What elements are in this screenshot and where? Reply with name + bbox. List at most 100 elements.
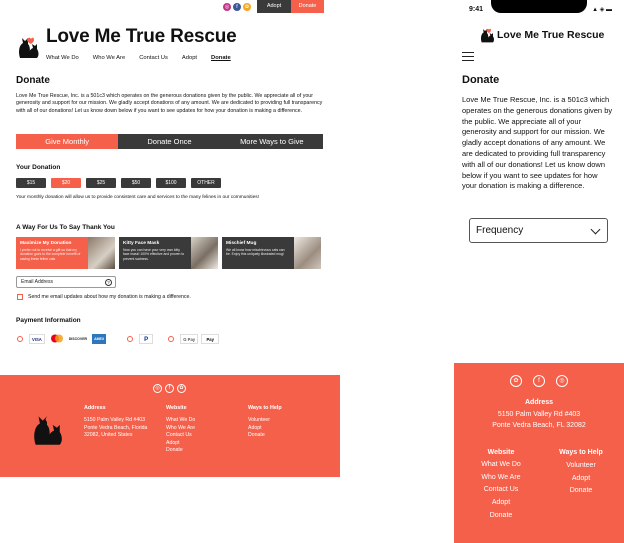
main-nav: What We Do Who We Are Contact Us Adopt D… [46, 55, 245, 61]
facebook-icon[interactable]: f [233, 2, 241, 11]
page-title: Donate [16, 75, 50, 86]
footer: ✿ f ◎ Address 5150 Palm Valley Rd #403 P… [454, 363, 624, 543]
footer-link-contact-us[interactable]: Contact Us [166, 432, 195, 439]
gift-card-mug[interactable]: Mischief Mug We all know how mischievous… [222, 237, 321, 269]
petfinder-icon[interactable]: ✿ [510, 375, 522, 387]
gift-card-title: Kitty Face Mask [123, 241, 160, 246]
amex-icon: AMEX [92, 334, 107, 344]
donation-tabs: Give Monthly Donate Once More Ways to Gi… [16, 134, 323, 149]
paypal-icon: P [139, 334, 154, 344]
donation-heading: Your Donation [16, 164, 61, 171]
amount-15-button[interactable]: $15 [16, 178, 46, 188]
footer-help-heading: Ways to Help [559, 449, 603, 456]
gift-card-desc: Now you can have your very own kitty fac… [123, 248, 185, 261]
footer-link-what-we-do[interactable]: What We Do [166, 417, 195, 424]
intro-text: Love Me True Rescue, Inc. is a 501c3 whi… [16, 93, 323, 114]
footer-link-who-we-are[interactable]: Who We Are [466, 472, 536, 485]
email-placeholder: Email Address [21, 279, 53, 285]
nav-who-we-are[interactable]: Who We Are [93, 55, 125, 61]
nav-adopt[interactable]: Adopt [182, 55, 197, 61]
facebook-icon[interactable]: f [533, 375, 545, 387]
footer-link-donate[interactable]: Donate [546, 485, 616, 498]
hamburger-menu-icon[interactable] [462, 52, 474, 64]
footer-link-who-we-are[interactable]: Who We Are [166, 425, 195, 432]
gift-cards: Maximize My Donation I prefer not to rec… [16, 237, 325, 269]
footer-help: Ways to Help Volunteer Adopt Donate [546, 447, 616, 498]
footer-link-donate[interactable]: Donate [166, 447, 195, 454]
footer-address-heading: Address [84, 405, 106, 411]
gift-card-face-mask[interactable]: Kitty Face Mask Now you can have your ve… [119, 237, 218, 269]
footer-link-what-we-do[interactable]: What We Do [466, 459, 536, 472]
amount-50-button[interactable]: $50 [121, 178, 151, 188]
footer-link-adopt[interactable]: Adopt [166, 440, 195, 447]
tab-give-monthly[interactable]: Give Monthly [16, 134, 119, 149]
frequency-value: Frequency [476, 225, 524, 236]
facebook-icon[interactable]: f [165, 384, 174, 393]
google-pay-icon: G Pay [180, 334, 199, 344]
footer-link-volunteer[interactable]: Volunteer [248, 417, 282, 424]
intro-text: Love Me True Rescue, Inc. is a 501c3 whi… [462, 95, 613, 191]
page-title: Donate [462, 74, 500, 86]
footer-link-donate[interactable]: Donate [466, 510, 536, 523]
site-title[interactable]: Love Me True Rescue [497, 29, 604, 41]
footer-link-adopt[interactable]: Adopt [248, 425, 282, 432]
footer-link-volunteer[interactable]: Volunteer [546, 460, 616, 473]
tab-donate-once[interactable]: Donate Once [118, 134, 221, 149]
petfinder-icon[interactable]: ✿ [177, 384, 186, 393]
topbar-donate-button[interactable]: Donate [291, 0, 324, 13]
cat-logo-icon [34, 415, 62, 445]
tab-more-ways[interactable]: More Ways to Give [220, 134, 323, 149]
email-field[interactable]: Email Address ? [16, 276, 116, 288]
visa-icon: VISA [29, 334, 45, 344]
status-icons: ▲ ◈ ▬ [592, 7, 612, 13]
help-icon[interactable]: ? [105, 278, 112, 286]
petfinder-icon[interactable]: ✿ [243, 2, 251, 11]
nav-donate[interactable]: Donate [211, 55, 231, 61]
footer-help-heading: Ways to Help [248, 405, 282, 411]
donation-note: Your monthly donation will allow us to p… [16, 195, 259, 200]
payment-methods: VISA DISCOVER AMEX P G Pay Pay [17, 334, 222, 344]
nav-what-we-do[interactable]: What We Do [46, 55, 79, 61]
footer-help: Ways to Help Volunteer Adopt Donate [248, 405, 282, 440]
footer-address: Address 5150 Palm Valley Rd #403 Ponte V… [454, 397, 624, 431]
nav-contact-us[interactable]: Contact Us [139, 55, 168, 61]
phone-notch [491, 0, 587, 13]
face-mask-image [191, 237, 218, 269]
amount-20-button[interactable]: $20 [51, 178, 81, 188]
cat-photo-image [88, 237, 115, 269]
footer-link-adopt[interactable]: Adopt [546, 473, 616, 486]
apple-pay-icon: Pay [201, 334, 220, 344]
cat-logo-icon[interactable] [479, 24, 495, 44]
footer-website-heading: Website [166, 405, 187, 411]
site-title[interactable]: Love Me True Rescue [46, 26, 237, 48]
wallet-radio[interactable] [168, 336, 175, 342]
updates-label: Send me email updates about how my donat… [28, 294, 191, 300]
instagram-icon[interactable]: ◎ [153, 384, 162, 393]
card-radio[interactable] [17, 336, 23, 342]
instagram-icon[interactable]: ◎ [556, 375, 568, 387]
footer-address-line: 5150 Palm Valley Rd #403 [497, 411, 581, 418]
discover-icon: DISCOVER [68, 337, 88, 341]
status-time: 9:41 [469, 6, 484, 13]
footer-link-donate[interactable]: Donate [248, 432, 282, 439]
amount-25-button[interactable]: $25 [86, 178, 116, 188]
footer-website: Website What We Do Who We Are Contact Us… [166, 405, 195, 454]
amount-100-button[interactable]: $100 [156, 178, 186, 188]
cat-logo-icon[interactable] [16, 32, 40, 59]
mobile-view: 9:41 ▲ ◈ ▬ Love Me True Rescue Donate Lo… [452, 0, 624, 543]
updates-checkbox[interactable] [17, 294, 23, 300]
instagram-icon[interactable]: ◎ [223, 2, 231, 11]
payment-heading: Payment Information [16, 317, 81, 324]
gift-card-maximize[interactable]: Maximize My Donation I prefer not to rec… [16, 237, 115, 269]
footer-link-adopt[interactable]: Adopt [466, 497, 536, 510]
footer-address: Address 5150 Palm Valley Rd #403 Ponte V… [84, 405, 147, 440]
chevron-down-icon [590, 224, 601, 235]
topbar-adopt-button[interactable]: Adopt [257, 0, 291, 13]
amount-other-button[interactable]: OTHER [191, 178, 221, 188]
paypal-radio[interactable] [127, 336, 134, 342]
footer-link-contact-us[interactable]: Contact Us [466, 484, 536, 497]
frequency-select[interactable]: Frequency [469, 218, 608, 243]
amount-options: $15 $20 $25 $50 $100 OTHER [16, 178, 226, 188]
footer-address-line: Ponte Vedra Beach, FL 32082 [492, 422, 586, 429]
gift-card-title: Maximize My Donation [20, 241, 72, 246]
